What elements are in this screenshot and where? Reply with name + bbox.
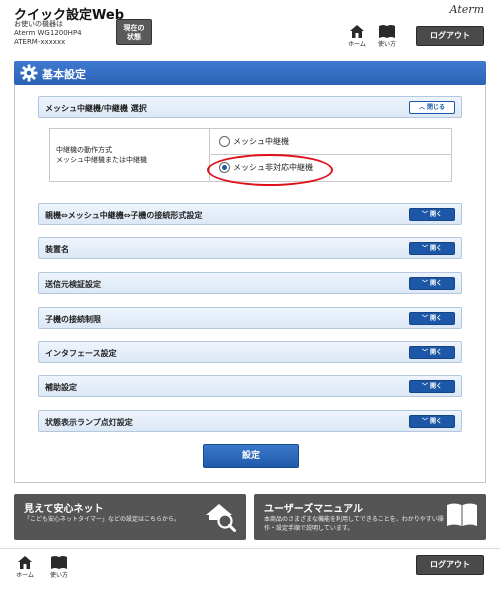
expand-label: 開く	[430, 418, 443, 425]
chevron-down-icon: ﹀	[421, 280, 428, 287]
safety-net-banner[interactable]: 見えて安心ネット 「こども安心ネットタイマー」などの設定はこちらから。	[14, 494, 246, 540]
panel-title: インタフェース設定	[45, 349, 117, 358]
chevron-down-icon: ﹀	[421, 245, 428, 252]
collapse-label: 閉じる	[427, 104, 446, 111]
panel-title: 装置名	[45, 245, 69, 254]
device-name: ATERM-xxxxxx	[14, 38, 66, 46]
banner-title: 見えて安心ネット	[24, 504, 104, 515]
expand-label: 開く	[430, 245, 443, 252]
current-status-button[interactable]: 現在の 状態	[116, 19, 152, 45]
mode-setting-label: 中継機の動作方式 メッシュ中継機または中継機	[50, 129, 210, 181]
collapse-button[interactable]: ︿ 閉じる	[409, 101, 455, 114]
panel-client-restriction[interactable]: 子機の接続制限 ﹀ 開く	[38, 307, 462, 329]
section-title: 基本設定	[42, 68, 86, 81]
footer-help-nav[interactable]: 使い方	[46, 555, 72, 579]
book-icon	[51, 556, 67, 569]
highlight-annotation	[207, 154, 333, 186]
book-icon	[447, 503, 477, 526]
device-model: Aterm WG1200HP4	[14, 29, 82, 37]
user-manual-banner[interactable]: ユーザーズマニュアル 本商品のさまざまな機能を利用してできることを、わかりやすい…	[254, 494, 486, 540]
chevron-down-icon: ﹀	[421, 211, 428, 218]
panel-source-verification[interactable]: 送信元検証設定 ﹀ 開く	[38, 272, 462, 294]
chevron-down-icon: ﹀	[421, 383, 428, 390]
radio-label: メッシュ中継機	[233, 137, 289, 146]
panel-title: 状態表示ランプ点灯設定	[45, 418, 133, 427]
chevron-down-icon: ﹀	[421, 418, 428, 425]
home-icon	[18, 556, 32, 569]
brand-logo: Aterm	[449, 3, 484, 16]
status-line2: 状態	[127, 33, 141, 41]
device-line: お使いの機器は	[14, 20, 63, 28]
logout-button[interactable]: ログアウト	[416, 26, 484, 46]
expand-label: 開く	[430, 383, 443, 390]
header: クイック設定Web お使いの機器は Aterm WG1200HP4 ATERM-…	[0, 0, 500, 52]
help-nav[interactable]: 使い方	[374, 24, 400, 48]
panel-title: 親機⇔メッシュ中継機⇔子機の接続形式設定	[45, 211, 203, 220]
panel-interface[interactable]: インタフェース設定 ﹀ 開く	[38, 341, 462, 363]
home-icon	[350, 25, 364, 38]
banner-title: ユーザーズマニュアル	[264, 504, 363, 515]
mode-label-line1: 中継機の動作方式	[56, 146, 112, 154]
banner-desc-line2: 作・設定手順で説明しています。	[264, 525, 354, 532]
book-icon	[379, 25, 395, 38]
footer: ホーム 使い方 ログアウト	[0, 548, 500, 595]
status-line1: 現在の	[123, 24, 145, 32]
expand-button[interactable]: ﹀ 開く	[409, 346, 455, 359]
section-title-bar: 基本設定	[14, 61, 486, 85]
help-label: 使い方	[377, 41, 396, 48]
expand-button[interactable]: ﹀ 開く	[409, 380, 455, 393]
home-nav[interactable]: ホーム	[344, 24, 370, 48]
expand-label: 開く	[430, 349, 443, 356]
expand-button[interactable]: ﹀ 開く	[409, 415, 455, 428]
panel-auxiliary[interactable]: 補助設定 ﹀ 開く	[38, 375, 462, 397]
apply-settings-button[interactable]: 設定	[203, 444, 299, 468]
expand-button[interactable]: ﹀ 開く	[409, 312, 455, 325]
panel-title: 送信元検証設定	[45, 280, 101, 289]
expand-label: 開く	[430, 211, 443, 218]
house-search-icon	[206, 504, 236, 532]
banner-description: 「こども安心ネットタイマー」などの設定はこちらから。	[24, 516, 181, 523]
panel-lamp-setting[interactable]: 状態表示ランプ点灯設定 ﹀ 開く	[38, 410, 462, 432]
expand-label: 開く	[430, 315, 443, 322]
footer-logout-button[interactable]: ログアウト	[416, 555, 484, 575]
expand-button[interactable]: ﹀ 開く	[409, 242, 455, 255]
chevron-down-icon: ﹀	[421, 349, 428, 356]
panel-title: 子機の接続制限	[45, 315, 101, 324]
radio-option-mesh[interactable]: メッシュ中継機	[211, 129, 451, 155]
chevron-down-icon: ﹀	[421, 315, 428, 322]
home-label: ホーム	[16, 572, 34, 579]
mode-label-line2: メッシュ中継機または中継機	[56, 156, 147, 164]
device-info: お使いの機器は Aterm WG1200HP4 ATERM-xxxxxx	[14, 20, 82, 47]
expand-label: 開く	[430, 280, 443, 287]
expand-button[interactable]: ﹀ 開く	[409, 208, 455, 221]
panel-title: メッシュ中継機/中継機 選択	[45, 104, 147, 113]
chevron-up-icon: ︿	[418, 104, 425, 111]
help-label: 使い方	[49, 572, 68, 579]
radio-button[interactable]	[219, 136, 230, 147]
gear-icon	[20, 64, 38, 82]
panel-connection-format[interactable]: 親機⇔メッシュ中継機⇔子機の接続形式設定 ﹀ 開く	[38, 203, 462, 225]
panel-device-name[interactable]: 装置名 ﹀ 開く	[38, 237, 462, 259]
banner-desc-line1: 本商品のさまざまな機能を利用してできることを、わかりやすい操	[264, 516, 444, 523]
expand-button[interactable]: ﹀ 開く	[409, 277, 455, 290]
footer-home-nav[interactable]: ホーム	[12, 555, 38, 579]
home-label: ホーム	[348, 41, 366, 48]
panel-mesh-select[interactable]: メッシュ中継機/中継機 選択 ︿ 閉じる	[38, 96, 462, 118]
panel-title: 補助設定	[45, 383, 77, 392]
banner-description: 本商品のさまざまな機能を利用してできることを、わかりやすい操 作・設定手順で説明…	[264, 515, 450, 533]
